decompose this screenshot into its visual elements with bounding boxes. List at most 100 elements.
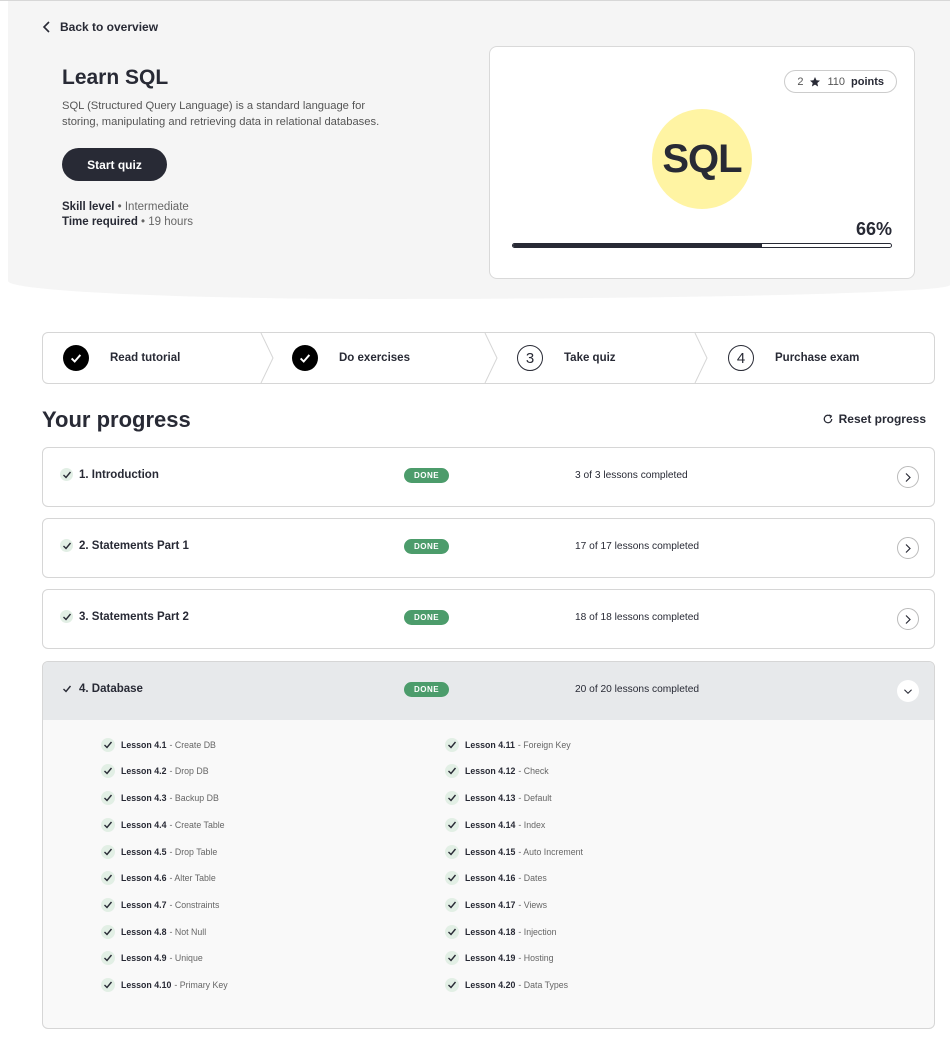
chapter-name: 1. Introduction [79, 469, 159, 481]
start-quiz-button[interactable]: Start quiz [62, 148, 167, 181]
chapter-header[interactable]: 4. Database DONE 20 of 20 lessons comple… [43, 662, 934, 720]
check-icon [101, 951, 115, 965]
lesson-number: Lesson 4.19 [465, 953, 516, 963]
lesson-title: - Dates [518, 873, 547, 883]
step-take-quiz[interactable]: 3 Take quiz [517, 333, 616, 383]
expand-button[interactable] [897, 608, 919, 630]
reset-progress-button[interactable]: Reset progress [822, 412, 926, 426]
lesson-title: - Backup DB [169, 793, 219, 803]
lesson-number: Lesson 4.18 [465, 927, 516, 937]
lesson-item[interactable]: Lesson 4.2 - Drop DB [101, 764, 209, 778]
lesson-title: - Check [518, 766, 549, 776]
lesson-number: Lesson 4.4 [121, 820, 167, 830]
check-icon [101, 818, 115, 832]
lesson-item[interactable]: Lesson 4.16 - Dates [445, 871, 547, 885]
lesson-title: - Index [518, 820, 546, 830]
collapse-button[interactable] [897, 680, 919, 702]
stars-count: 2 [797, 75, 804, 88]
lesson-title: - Views [518, 900, 548, 910]
expand-button[interactable] [897, 537, 919, 559]
lesson-item[interactable]: Lesson 4.12 - Check [445, 764, 549, 778]
check-circle-icon [63, 345, 89, 371]
status-badge: DONE [404, 468, 449, 483]
back-label: Back to overview [60, 20, 159, 34]
refresh-icon [823, 414, 832, 424]
lesson-item[interactable]: Lesson 4.18 - Injection [445, 925, 557, 939]
check-icon [445, 925, 459, 939]
expand-button[interactable] [897, 466, 919, 488]
step-label: Take quiz [564, 352, 616, 364]
progress-bar [512, 243, 892, 248]
check-icon [60, 468, 73, 481]
check-icon [60, 682, 73, 695]
step-divider-chevron-icon [484, 333, 498, 383]
skill-level-value: Intermediate [124, 201, 189, 213]
lesson-title: - Constraints [169, 900, 220, 910]
lesson-title: - Unique [169, 953, 203, 963]
check-icon [101, 764, 115, 778]
check-icon [445, 871, 459, 885]
step-number-badge: 3 [517, 345, 543, 371]
back-to-overview-link[interactable]: Back to overview [42, 20, 158, 34]
step-purchase-exam[interactable]: 4 Purchase exam [728, 333, 859, 383]
lesson-number: Lesson 4.11 [465, 740, 515, 750]
check-icon [445, 738, 459, 752]
check-icon [445, 818, 459, 832]
check-icon [445, 791, 459, 805]
lessons-completed: 18 of 18 lessons completed [575, 612, 700, 623]
lesson-title: - Not Null [169, 927, 207, 937]
lesson-number: Lesson 4.9 [121, 953, 167, 963]
lesson-item[interactable]: Lesson 4.6 - Alter Table [101, 871, 216, 885]
check-icon [101, 845, 115, 859]
step-read-tutorial[interactable]: Read tutorial [63, 333, 180, 383]
lesson-number: Lesson 4.10 [121, 980, 172, 990]
chapter-name: 2. Statements Part 1 [79, 540, 189, 552]
lesson-item[interactable]: Lesson 4.20 - Data Types [445, 978, 568, 992]
lesson-item[interactable]: Lesson 4.1 - Create DB [101, 738, 216, 752]
progress-percent: 66% [855, 219, 892, 239]
step-label: Do exercises [339, 352, 410, 364]
chapter-row[interactable]: 1. Introduction DONE 3 of 3 lessons comp… [42, 447, 935, 507]
lesson-item[interactable]: Lesson 4.4 - Create Table [101, 818, 225, 832]
lesson-item[interactable]: Lesson 4.13 - Default [445, 791, 552, 805]
check-icon [445, 978, 459, 992]
step-do-exercises[interactable]: Do exercises [292, 333, 410, 383]
lesson-title: - Auto Increment [518, 847, 583, 857]
check-circle-icon [292, 345, 318, 371]
time-required-value: 19 hours [148, 216, 194, 228]
skill-level: Skill level • Intermediate [62, 201, 189, 213]
status-badge: DONE [404, 539, 449, 554]
check-icon [101, 978, 115, 992]
points-badge: 2 110 points [784, 70, 897, 93]
lesson-title: - Primary Key [174, 980, 228, 990]
lesson-number: Lesson 4.14 [465, 820, 516, 830]
lesson-title: - Create DB [169, 740, 216, 750]
lesson-item[interactable]: Lesson 4.11 - Foreign Key [445, 738, 571, 752]
check-icon [60, 610, 73, 623]
chapter-row[interactable]: 3. Statements Part 2 DONE 18 of 18 lesso… [42, 589, 935, 649]
step-label: Read tutorial [110, 352, 181, 364]
course-description: SQL (Structured Query Language) is a sta… [62, 100, 380, 128]
steps-bar: Read tutorial Do exercises 3 Take quiz 4… [42, 332, 935, 384]
lesson-item[interactable]: Lesson 4.5 - Drop Table [101, 845, 217, 859]
lesson-item[interactable]: Lesson 4.14 - Index [445, 818, 545, 832]
chapter-row-expanded[interactable]: 4. Database DONE 20 of 20 lessons comple… [42, 661, 935, 1029]
check-icon [101, 925, 115, 939]
lesson-item[interactable]: Lesson 4.3 - Backup DB [101, 791, 219, 805]
lesson-item[interactable]: Lesson 4.19 - Hosting [445, 951, 554, 965]
lesson-item[interactable]: Lesson 4.9 - Unique [101, 951, 203, 965]
lesson-item[interactable]: Lesson 4.8 - Not Null [101, 925, 206, 939]
lesson-item[interactable]: Lesson 4.10 - Primary Key [101, 978, 228, 992]
check-icon [101, 871, 115, 885]
course-title: Learn SQL [62, 66, 169, 89]
step-number-badge: 4 [728, 345, 754, 371]
lesson-item[interactable]: Lesson 4.17 - Views [445, 898, 547, 912]
lesson-number: Lesson 4.15 [465, 847, 516, 857]
lesson-item[interactable]: Lesson 4.7 - Constraints [101, 898, 219, 912]
lesson-title: - Drop DB [169, 766, 209, 776]
check-icon [101, 898, 115, 912]
lesson-title: - Data Types [518, 980, 569, 990]
lesson-item[interactable]: Lesson 4.15 - Auto Increment [445, 845, 583, 859]
star-icon [810, 76, 821, 86]
chapter-row[interactable]: 2. Statements Part 1 DONE 17 of 17 lesso… [42, 518, 935, 578]
